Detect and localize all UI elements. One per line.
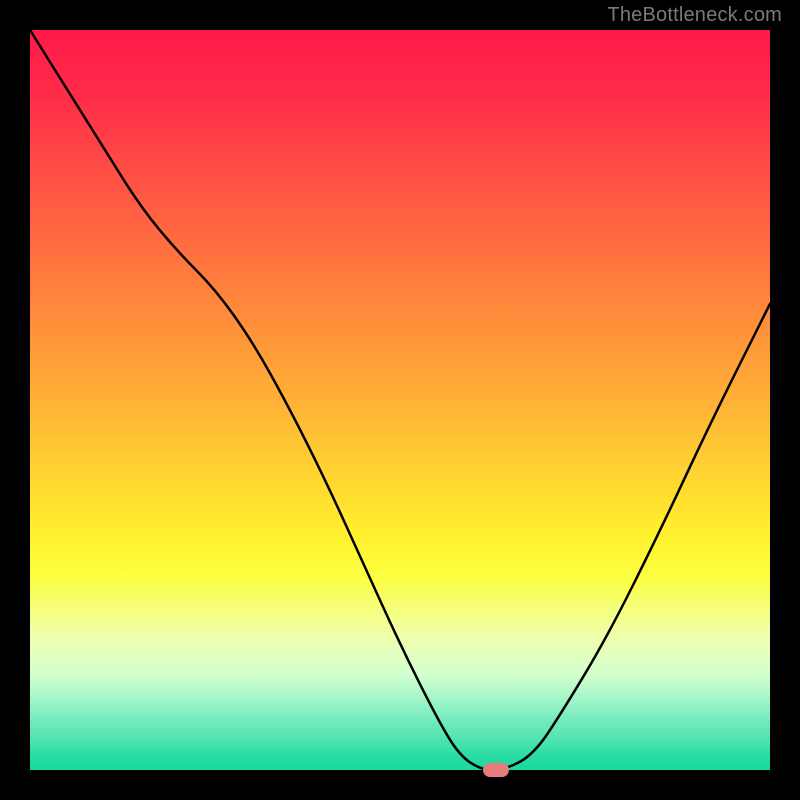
chart-container: TheBottleneck.com <box>0 0 800 800</box>
plot-area <box>30 30 770 770</box>
bottleneck-curve <box>30 30 770 770</box>
optimal-point-marker <box>483 763 509 777</box>
watermark-text: TheBottleneck.com <box>607 4 782 27</box>
